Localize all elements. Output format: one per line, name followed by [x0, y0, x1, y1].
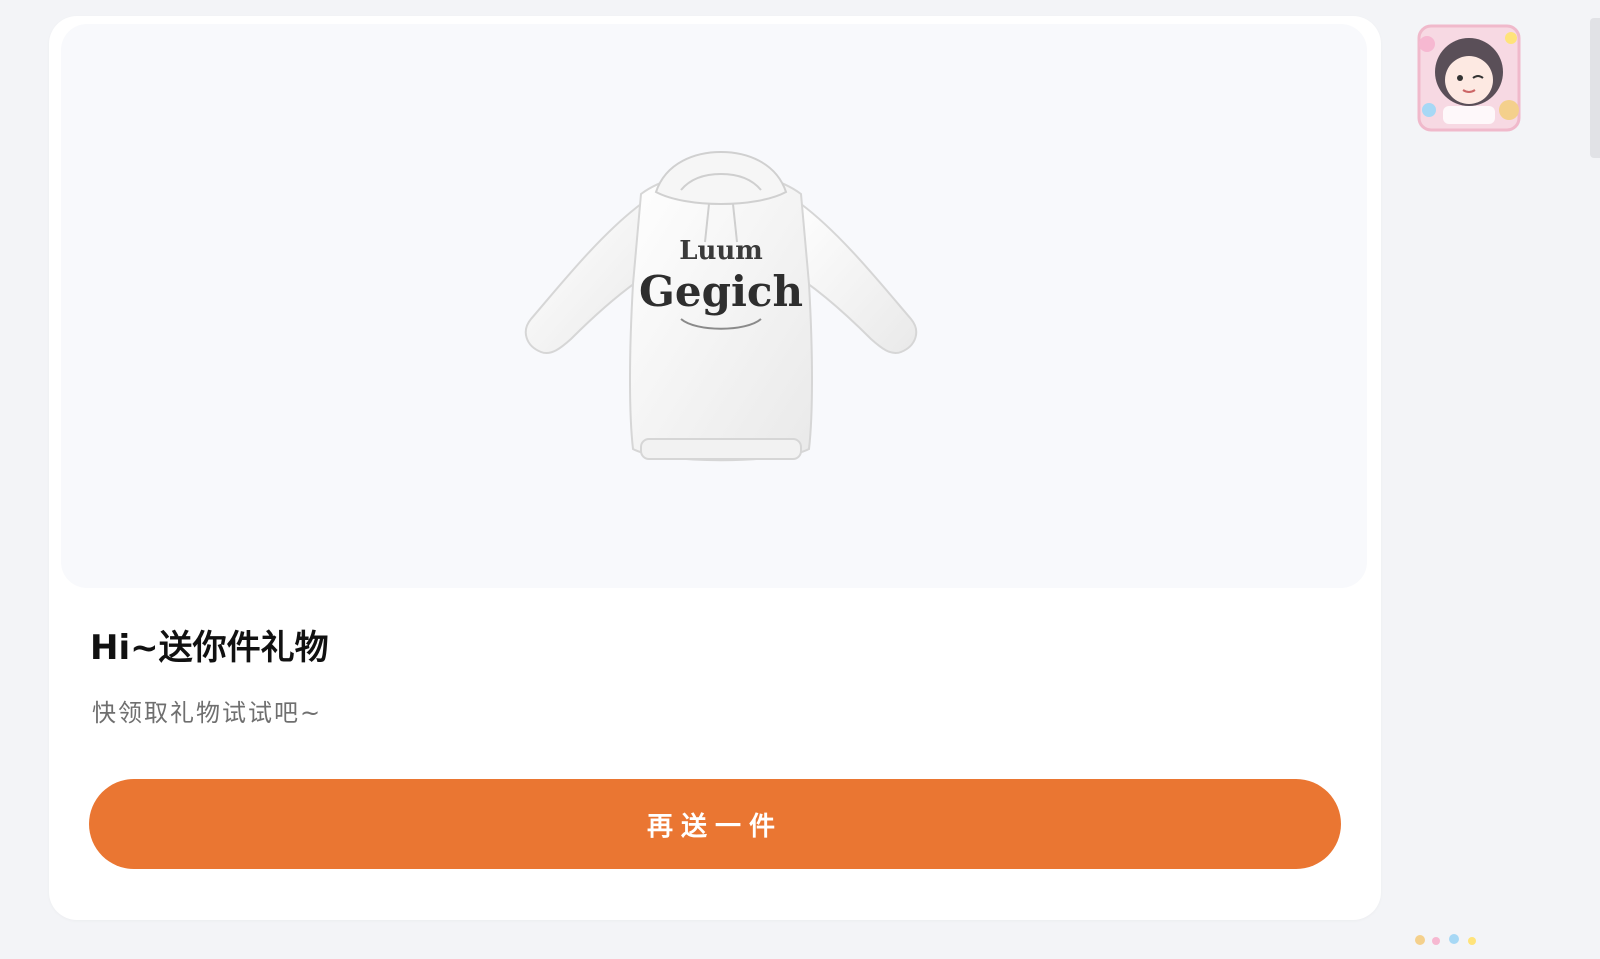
- sticker-partial-icon: [1415, 934, 1476, 945]
- send-another-button[interactable]: 再送一件: [89, 779, 1341, 869]
- anime-sticker-avatar-icon[interactable]: [1405, 14, 1533, 142]
- page: Luum Gegich Hi~送你件礼物 快领取礼物试试吧~ 再送一件: [0, 0, 1600, 959]
- gift-title: Hi~送你件礼物: [90, 628, 329, 668]
- scrollbar[interactable]: [1590, 18, 1600, 158]
- product-image-area[interactable]: Luum Gegich: [61, 24, 1367, 588]
- gift-subtitle: 快领取礼物试试吧~: [92, 699, 323, 727]
- hoodie-print-small: Luum: [679, 236, 763, 266]
- hoodie-print-text: Gegich: [639, 267, 803, 316]
- gift-card: Luum Gegich Hi~送你件礼物 快领取礼物试试吧~ 再送一件: [49, 16, 1381, 920]
- hoodie-icon: Luum Gegich: [524, 150, 918, 462]
